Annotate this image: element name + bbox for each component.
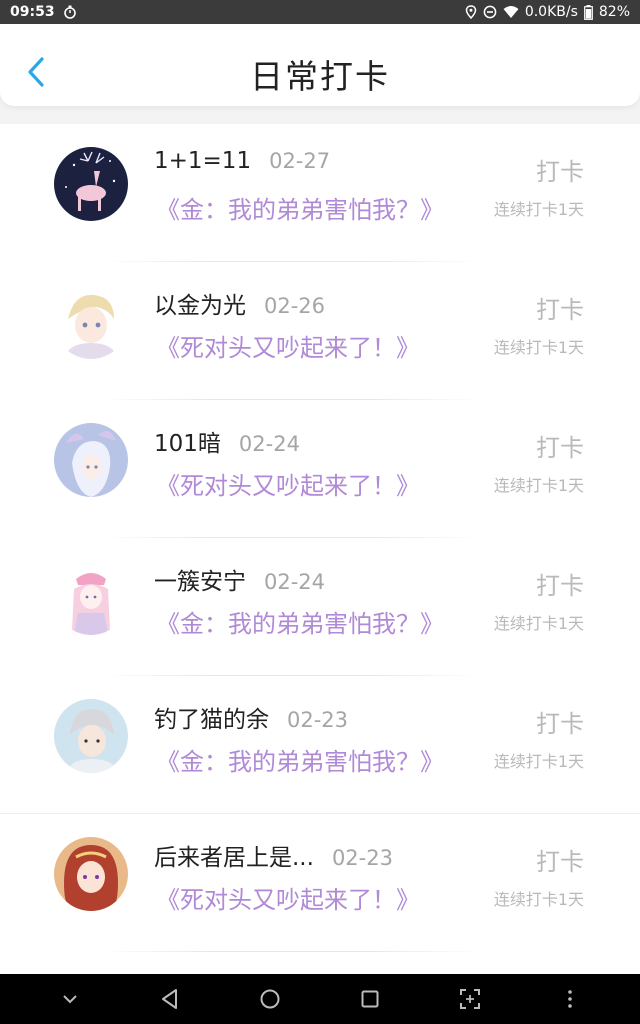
nav-more-button[interactable] (540, 974, 600, 1024)
nav-back-button[interactable] (140, 974, 200, 1024)
app-header: 日常打卡 (0, 24, 640, 106)
location-icon (465, 5, 477, 19)
list-item[interactable]: 后来者居上是... 02-23 《死对头又吵起来了！》 打卡 连续打卡1天 (0, 814, 640, 952)
streak-text: 连续打卡1天 (493, 752, 584, 771)
list-item[interactable]: 一簇安宁 02-24 《金：我的弟弟害怕我？》 打卡 连续打卡1天 (0, 538, 640, 676)
book-title-link[interactable]: 《死对头又吵起来了！》 (156, 880, 420, 915)
list-item[interactable]: 以金为光 02-26 《死对头又吵起来了！》 打卡 连续打卡1天 (0, 262, 640, 400)
user-name: 钓了猫的余 (154, 707, 269, 733)
streak-text: 连续打卡1天 (493, 338, 584, 357)
book-title-link[interactable]: 《金：我的弟弟害怕我？》 (156, 190, 444, 225)
hide-nav-button[interactable] (40, 974, 100, 1024)
checkin-date: 02-23 (287, 708, 349, 732)
user-name: 1+1=11 (154, 148, 252, 174)
checkin-label: 打卡 (536, 296, 584, 324)
checkin-label: 打卡 (536, 434, 584, 462)
net-speed: 0.0KB/s (524, 4, 578, 20)
checkin-label: 打卡 (536, 710, 584, 738)
avatar[interactable] (54, 699, 128, 773)
checkin-label: 打卡 (536, 848, 584, 876)
streak-text: 连续打卡1天 (493, 890, 584, 909)
nav-home-button[interactable] (240, 974, 300, 1024)
divider (100, 951, 480, 952)
checkin-date: 02-24 (238, 432, 300, 456)
streak-text: 连续打卡1天 (493, 614, 584, 633)
back-triangle-icon (162, 989, 177, 1009)
streak-text: 连续打卡1天 (493, 200, 584, 219)
status-time: 09:53 (10, 4, 55, 20)
more-dots-icon (568, 990, 572, 1008)
user-name: 一簇安宁 (154, 569, 246, 595)
avatar[interactable] (54, 285, 128, 359)
checkin-date: 02-26 (264, 294, 326, 318)
book-title-link[interactable]: 《金：我的弟弟害怕我？》 (156, 742, 444, 777)
book-title-link[interactable]: 《死对头又吵起来了！》 (156, 466, 420, 501)
avatar[interactable] (54, 147, 128, 221)
scan-icon (460, 989, 480, 1009)
avatar[interactable] (54, 423, 128, 497)
stopwatch-icon (63, 5, 77, 19)
home-circle-icon (260, 989, 280, 1009)
checkin-list: 1+1=11 02-27 《金：我的弟弟害怕我？》 打卡 连续打卡1天 以金为光… (0, 124, 640, 974)
battery-icon (583, 4, 593, 20)
checkin-date: 02-23 (331, 846, 393, 870)
streak-text: 连续打卡1天 (493, 476, 584, 495)
do-not-disturb-icon (483, 5, 497, 19)
checkin-label: 打卡 (536, 158, 584, 186)
checkin-date: 02-24 (264, 570, 326, 594)
user-name: 后来者居上是... (154, 845, 314, 871)
battery-level: 82% (598, 4, 630, 20)
list-item[interactable]: 101暗 02-24 《死对头又吵起来了！》 打卡 连续打卡1天 (0, 400, 640, 538)
list-item[interactable]: 钓了猫的余 02-23 《金：我的弟弟害怕我？》 打卡 连续打卡1天 (0, 676, 640, 814)
user-name: 以金为光 (154, 293, 246, 319)
nav-scan-button[interactable] (440, 974, 500, 1024)
book-title-link[interactable]: 《金：我的弟弟害怕我？》 (156, 604, 444, 639)
list-item[interactable]: 1+1=11 02-27 《金：我的弟弟害怕我？》 打卡 连续打卡1天 (0, 124, 640, 262)
system-nav-bar (0, 974, 640, 1024)
nav-recents-button[interactable] (340, 974, 400, 1024)
book-title-link[interactable]: 《死对头又吵起来了！》 (156, 328, 420, 363)
chevron-down-icon (63, 995, 77, 1004)
recents-square-icon (361, 990, 379, 1008)
checkin-date: 02-27 (269, 149, 331, 173)
user-name: 101暗 (154, 431, 221, 457)
status-bar: 09:53 0.0KB/s 82% (0, 0, 640, 24)
checkin-label: 打卡 (536, 572, 584, 600)
avatar[interactable] (54, 561, 128, 635)
avatar[interactable] (54, 837, 128, 911)
wifi-icon (503, 5, 519, 19)
page-title: 日常打卡 (250, 57, 390, 96)
